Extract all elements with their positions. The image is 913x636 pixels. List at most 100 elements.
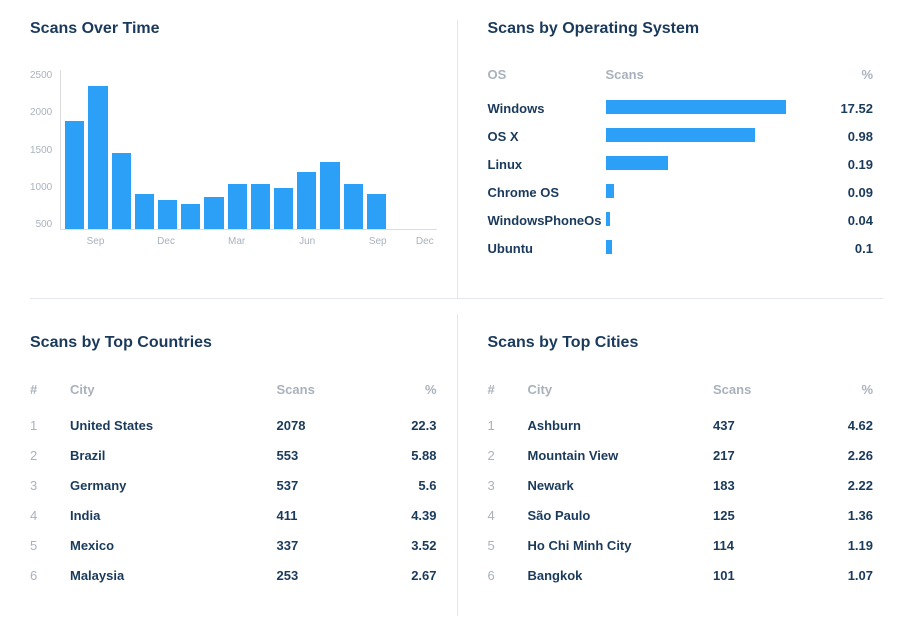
header-label: City xyxy=(70,382,277,397)
chart-bar xyxy=(367,194,386,229)
row-index: 1 xyxy=(30,418,70,433)
os-row: Linux0.19 xyxy=(488,150,874,178)
row-label: Ashburn xyxy=(528,418,714,433)
row-pct: 2.67 xyxy=(367,568,437,583)
row-scans: 337 xyxy=(277,538,367,553)
x-tick xyxy=(178,236,202,247)
row-scans: 253 xyxy=(277,568,367,583)
row-index: 5 xyxy=(30,538,70,553)
y-tick: 2500 xyxy=(30,70,52,81)
os-pct: 0.09 xyxy=(813,185,873,200)
table-row: 1Ashburn4374.62 xyxy=(488,410,874,440)
x-tick: Jun xyxy=(295,236,319,247)
os-name: OS X xyxy=(488,129,606,144)
row-label: Ho Chi Minh City xyxy=(528,538,714,553)
table-row: 2Brazil5535.88 xyxy=(30,440,437,470)
row-pct: 2.22 xyxy=(803,478,873,493)
row-label: Mountain View xyxy=(528,448,714,463)
x-tick xyxy=(60,236,84,247)
panel-top-countries: Scans by Top Countries # City Scans % 1U… xyxy=(30,314,457,616)
y-tick: 2000 xyxy=(30,107,52,118)
table-row: 4São Paulo1251.36 xyxy=(488,500,874,530)
row-index: 5 xyxy=(488,538,528,553)
top-cities-title: Scans by Top Cities xyxy=(488,334,874,352)
header-idx: # xyxy=(30,382,70,397)
row-scans: 2078 xyxy=(277,418,367,433)
row-label: Bangkok xyxy=(528,568,714,583)
header-pct: % xyxy=(367,382,437,397)
table-row: 3Germany5375.6 xyxy=(30,470,437,500)
os-pct: 0.98 xyxy=(813,129,873,144)
header-label: City xyxy=(528,382,714,397)
row-label: Newark xyxy=(528,478,714,493)
x-tick xyxy=(389,236,413,247)
row-index: 6 xyxy=(30,568,70,583)
scans-over-time-title: Scans Over Time xyxy=(30,20,437,38)
os-header-pct: % xyxy=(813,67,873,82)
panel-scans-by-os: Scans by Operating System OS Scans % Win… xyxy=(457,20,884,298)
chart-bar xyxy=(344,184,363,229)
row-index: 4 xyxy=(30,508,70,523)
row-pct: 22.3 xyxy=(367,418,437,433)
row-scans: 437 xyxy=(713,418,803,433)
os-name: Chrome OS xyxy=(488,185,606,200)
row-label: São Paulo xyxy=(528,508,714,523)
os-name: WindowsPhoneOs xyxy=(488,213,606,228)
row-index: 1 xyxy=(488,418,528,433)
table-row: 5Ho Chi Minh City1141.19 xyxy=(488,530,874,560)
row-scans: 125 xyxy=(713,508,803,523)
os-bar xyxy=(606,184,614,198)
os-pct: 0.1 xyxy=(813,241,873,256)
os-header-scans: Scans xyxy=(606,67,814,82)
os-row: OS X 0.98 xyxy=(488,122,874,150)
os-bar-track xyxy=(606,128,814,144)
x-tick xyxy=(272,236,296,247)
row-index: 3 xyxy=(488,478,528,493)
chart-bar xyxy=(65,121,84,229)
table-row: 4India4114.39 xyxy=(30,500,437,530)
os-bar xyxy=(606,100,787,114)
table-row: 2Mountain View2172.26 xyxy=(488,440,874,470)
header-scans: Scans xyxy=(713,382,803,397)
chart-bars xyxy=(60,70,436,230)
chart-bar xyxy=(228,184,247,229)
row-pct: 5.88 xyxy=(367,448,437,463)
row-index: 6 xyxy=(488,568,528,583)
os-row: Windows17.52 xyxy=(488,94,874,122)
x-tick xyxy=(131,236,155,247)
row-index: 2 xyxy=(488,448,528,463)
os-header-name: OS xyxy=(488,67,606,82)
x-tick: Sep xyxy=(84,236,108,247)
table-row: 3Newark1832.22 xyxy=(488,470,874,500)
chart-x-axis: SepDecMarJunSepDec xyxy=(60,230,436,247)
chart-bar xyxy=(135,194,154,229)
x-tick: Dec xyxy=(154,236,178,247)
horizontal-divider xyxy=(30,298,883,315)
chart-bar xyxy=(112,153,131,229)
os-bar-track xyxy=(606,100,814,116)
countries-table-header: # City Scans % xyxy=(30,374,437,404)
chart-bar xyxy=(320,162,339,229)
row-pct: 1.36 xyxy=(803,508,873,523)
row-label: Malaysia xyxy=(70,568,277,583)
top-countries-title: Scans by Top Countries xyxy=(30,334,437,352)
chart-y-axis: 2500 2000 1500 1000 500 xyxy=(30,70,60,230)
row-label: United States xyxy=(70,418,277,433)
os-bar-track xyxy=(606,156,814,172)
row-pct: 1.19 xyxy=(803,538,873,553)
panel-top-cities: Scans by Top Cities # City Scans % 1Ashb… xyxy=(457,314,884,616)
os-name: Linux xyxy=(488,157,606,172)
row-scans: 217 xyxy=(713,448,803,463)
row-scans: 411 xyxy=(277,508,367,523)
os-bar xyxy=(606,128,755,142)
os-pct: 17.52 xyxy=(813,101,873,116)
row-index: 2 xyxy=(30,448,70,463)
os-bar xyxy=(606,212,610,226)
os-name: Ubuntu xyxy=(488,241,606,256)
row-pct: 4.62 xyxy=(803,418,873,433)
os-bar xyxy=(606,240,612,254)
os-bar-track xyxy=(606,240,814,256)
row-label: Mexico xyxy=(70,538,277,553)
chart-bar xyxy=(297,172,316,229)
os-table-header: OS Scans % xyxy=(488,60,874,88)
